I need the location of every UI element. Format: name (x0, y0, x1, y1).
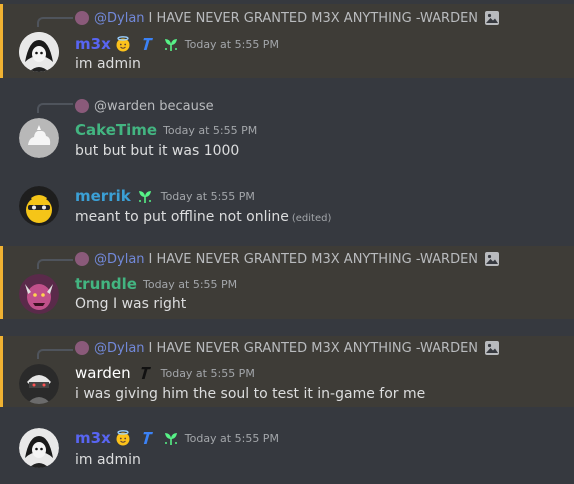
reply-avatar (75, 99, 89, 113)
image-icon (485, 11, 500, 25)
reply-connector (37, 349, 73, 359)
avatar[interactable] (19, 364, 59, 404)
message-item[interactable]: @Dylan I HAVE NEVER GRANTED M3X ANYTHING… (0, 4, 574, 78)
message-header: trundle Today at 5:55 PM (75, 274, 237, 294)
reply-text: I HAVE NEVER GRANTED M3X ANYTHING -WARDE… (148, 340, 479, 356)
reply-text: I HAVE NEVER GRANTED M3X ANYTHING -WARDE… (148, 10, 479, 26)
timestamp[interactable]: Today at 5:55 PM (185, 38, 279, 51)
username[interactable]: CakeTime (75, 121, 157, 139)
message-header: merrik Today at 5:55 PM (75, 186, 255, 206)
message-content: but but but it was 1000 (75, 143, 240, 159)
image-icon (485, 341, 500, 355)
message-header: m3x Today at 5:55 PM (75, 428, 279, 448)
reply-avatar (75, 341, 89, 355)
avatar[interactable] (19, 32, 59, 72)
sprout-icon (164, 39, 177, 51)
message-content: Omg I was right (75, 296, 187, 312)
timestamp[interactable]: Today at 5:55 PM (161, 367, 255, 380)
edited-label: (edited) (291, 213, 332, 224)
italic-t-icon (143, 432, 153, 444)
message-content: im admin (75, 56, 141, 72)
avatar[interactable] (19, 118, 59, 158)
reply-text: I HAVE NEVER GRANTED M3X ANYTHING -WARDE… (148, 251, 479, 267)
sprout-icon (138, 191, 151, 203)
reply-author[interactable]: @Dylan (94, 341, 145, 356)
halo-emoji-icon (116, 430, 130, 446)
message-item[interactable]: @Dylan I HAVE NEVER GRANTED M3X ANYTHING… (0, 246, 574, 319)
reply-reference[interactable]: @warden because (75, 98, 214, 114)
halo-emoji-icon (116, 36, 130, 52)
timestamp[interactable]: Today at 5:55 PM (185, 432, 279, 445)
italic-t-icon (141, 367, 151, 379)
message-header: CakeTime Today at 5:55 PM (75, 120, 257, 140)
username[interactable]: trundle (75, 275, 137, 293)
message-content: meant to put offline not online (edited) (75, 209, 331, 225)
username[interactable]: merrik (75, 187, 131, 205)
reply-connector (37, 103, 73, 113)
username[interactable]: warden (75, 364, 131, 382)
reply-avatar (75, 252, 89, 266)
reply-connector (37, 259, 73, 269)
avatar[interactable] (19, 428, 59, 468)
timestamp[interactable]: Today at 5:55 PM (163, 124, 257, 137)
message-item[interactable]: merrik Today at 5:55 PM meant to put off… (0, 178, 574, 240)
timestamp[interactable]: Today at 5:55 PM (161, 190, 255, 203)
username[interactable]: m3x (75, 35, 111, 53)
reply-connector (37, 17, 73, 27)
message-text: meant to put offline not online (75, 209, 289, 225)
reply-avatar (75, 11, 89, 25)
reply-author[interactable]: @Dylan (94, 252, 145, 267)
message-header: warden Today at 5:55 PM (75, 363, 255, 383)
reply-author[interactable]: @warden (94, 99, 155, 114)
italic-t-icon (143, 38, 153, 50)
username[interactable]: m3x (75, 429, 111, 447)
message-content: i was giving him the soul to test it in-… (75, 386, 426, 402)
avatar[interactable] (19, 186, 59, 226)
reply-author[interactable]: @Dylan (94, 11, 145, 26)
message-item[interactable]: @warden because CakeTime Today at 5:55 P… (0, 90, 574, 168)
reply-reference[interactable]: @Dylan I HAVE NEVER GRANTED M3X ANYTHING… (75, 340, 500, 356)
message-header: m3x Today at 5:55 PM (75, 34, 279, 54)
sprout-icon (164, 433, 177, 445)
reply-reference[interactable]: @Dylan I HAVE NEVER GRANTED M3X ANYTHING… (75, 10, 500, 26)
reply-text: because (159, 98, 214, 114)
message-item[interactable]: @Dylan I HAVE NEVER GRANTED M3X ANYTHING… (0, 336, 574, 407)
message-item[interactable]: m3x Today at 5:55 PM im admin (0, 420, 574, 484)
image-icon (485, 252, 500, 266)
avatar[interactable] (19, 274, 59, 314)
timestamp[interactable]: Today at 5:55 PM (143, 278, 237, 291)
message-content: im admin (75, 452, 141, 468)
reply-reference[interactable]: @Dylan I HAVE NEVER GRANTED M3X ANYTHING… (75, 251, 500, 267)
